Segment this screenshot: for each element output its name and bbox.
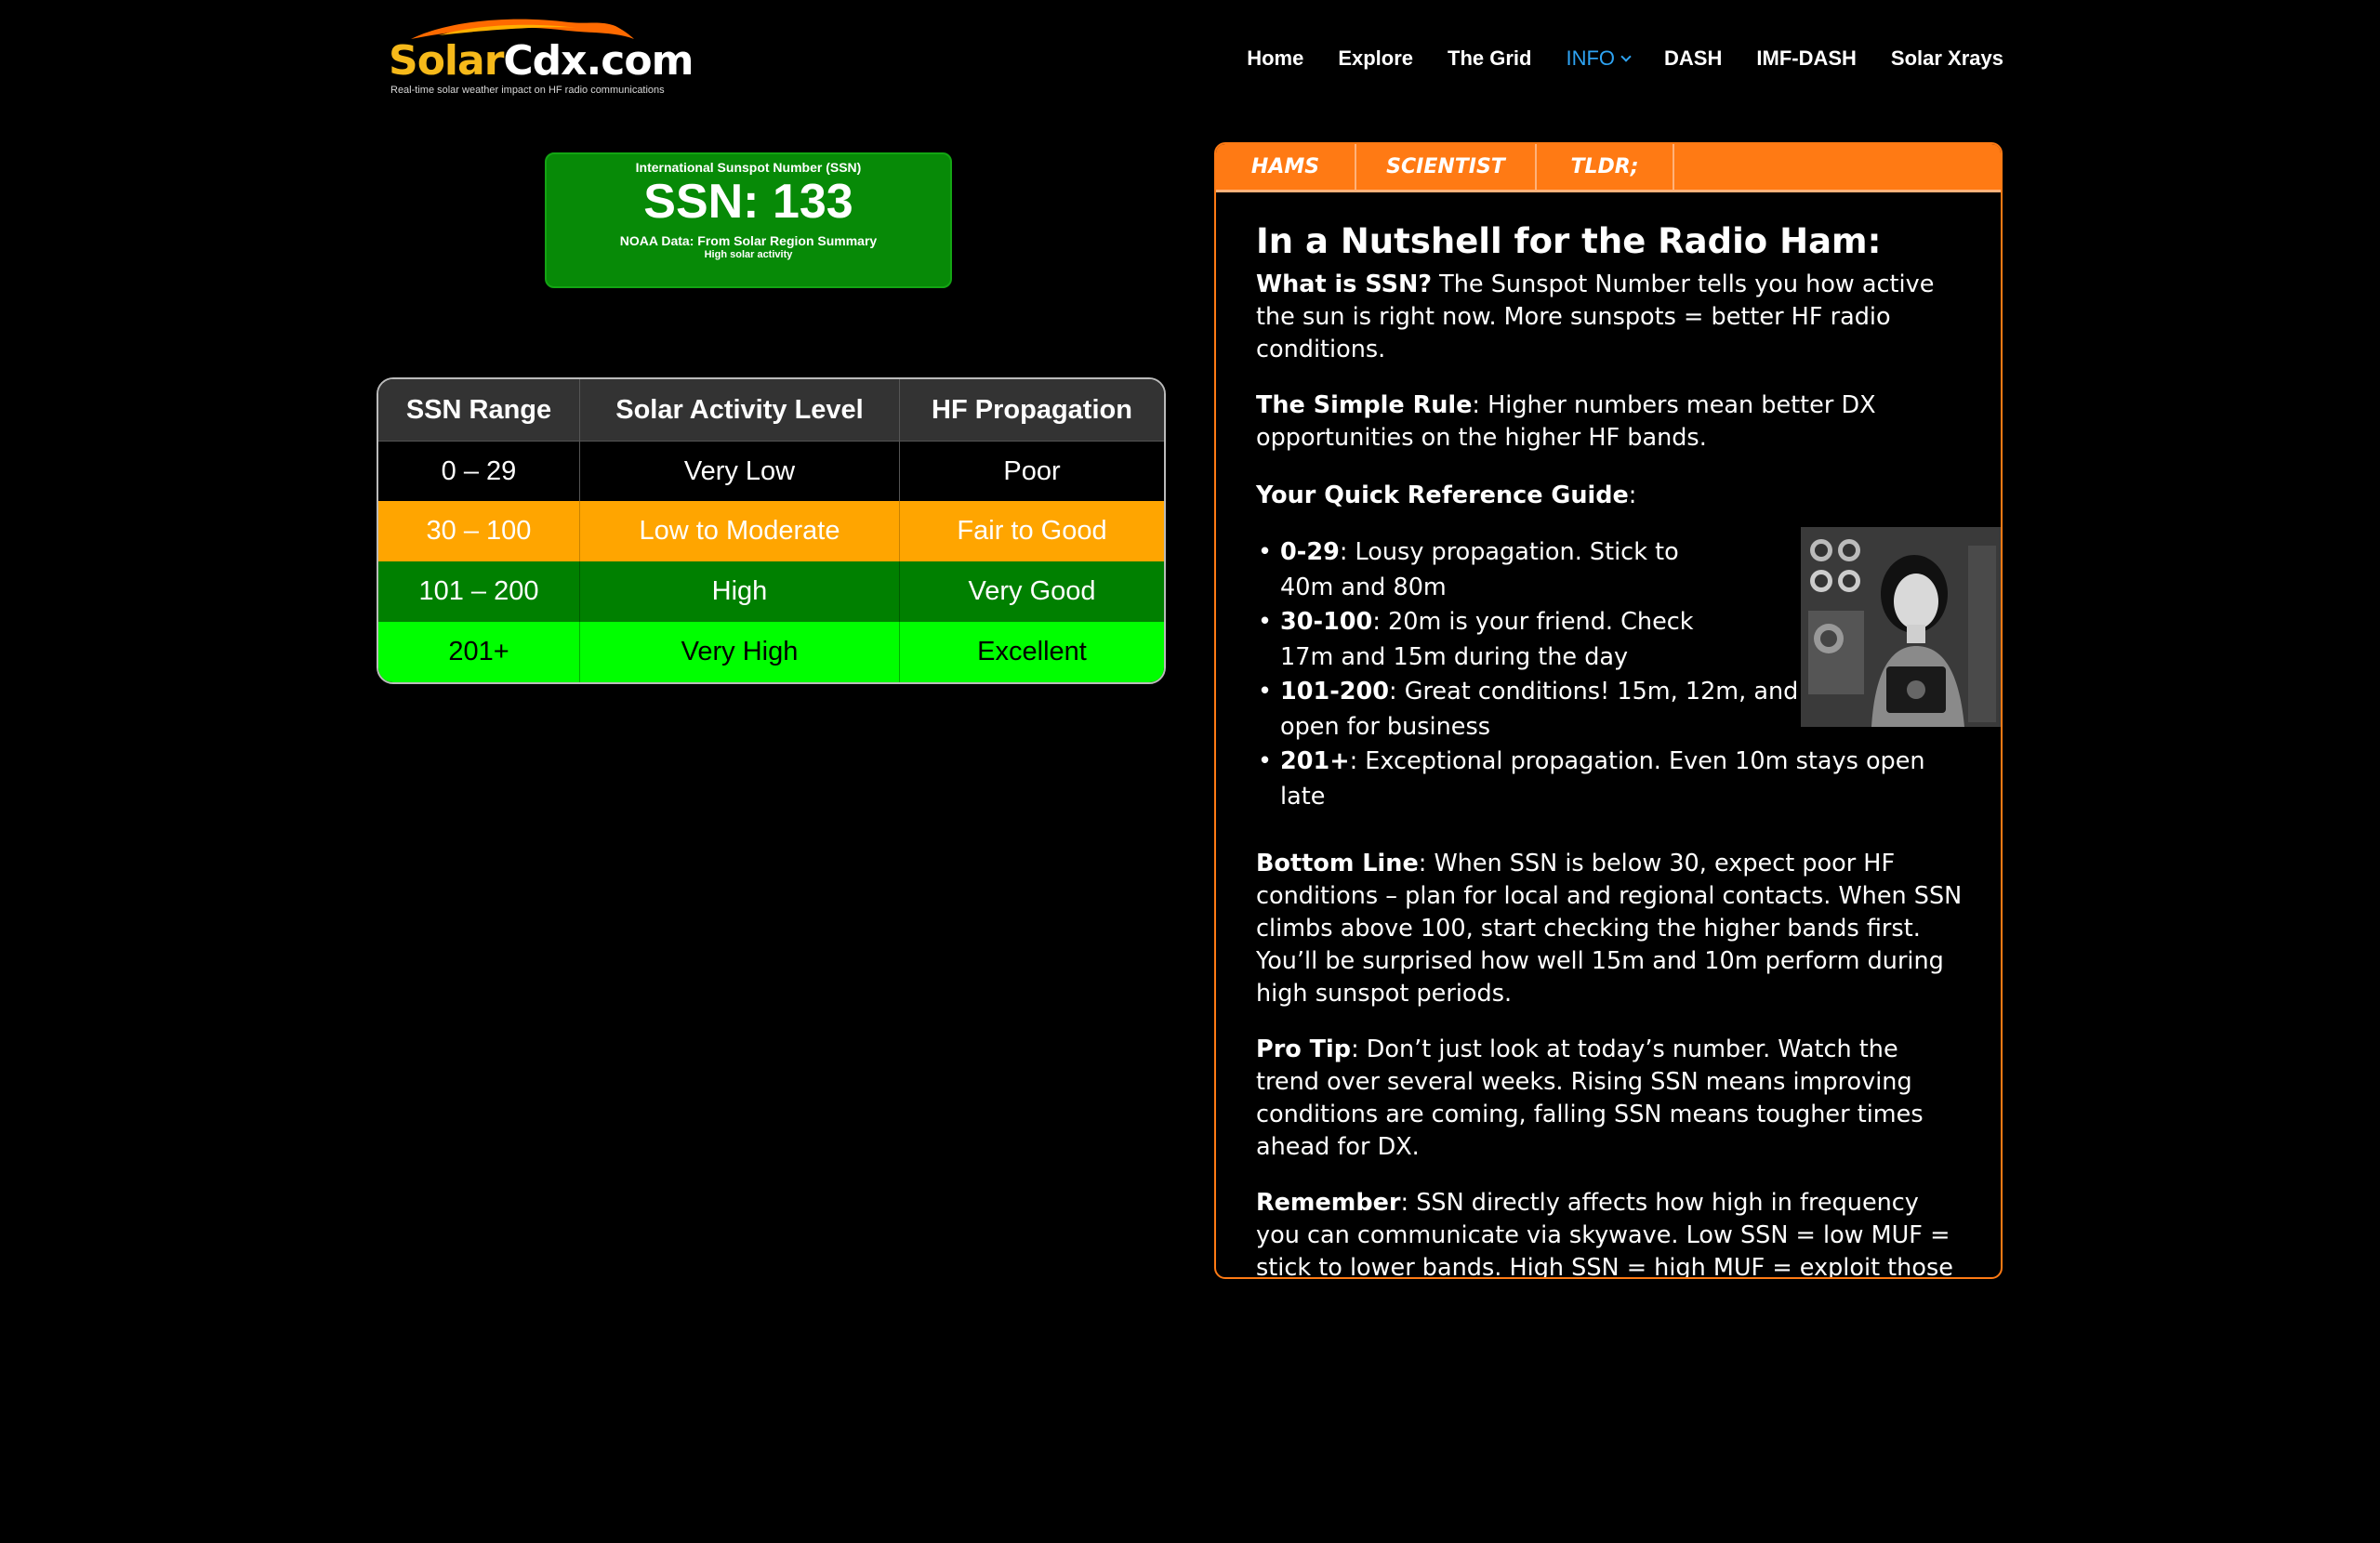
tip-text: : Don’t just look at today’s number. Wat… — [1256, 1035, 1924, 1161]
nav-info-label: INFO — [1566, 46, 1616, 70]
table-header: SSN Range — [378, 379, 580, 441]
table-row: 0 – 29 Very Low Poor — [378, 441, 1164, 501]
table-cell: Very Low — [580, 442, 900, 501]
table-cell: Excellent — [977, 637, 1087, 666]
nav-home[interactable]: Home — [1247, 46, 1303, 71]
panel-content: In a Nutshell for the Radio Ham: What is… — [1256, 220, 2001, 1277]
pro-tip-paragraph: Pro Tip: Don’t just look at today’s numb… — [1256, 1034, 1967, 1164]
table-cell: Very High — [580, 622, 900, 682]
guide-suffix: : — [1628, 481, 1637, 509]
site-logo[interactable]: SolarCdx.com Real-time solar weather imp… — [385, 17, 694, 100]
guide-item-label: 30-100 — [1280, 608, 1373, 636]
logo-solar: Solar — [389, 37, 504, 85]
logo-cdx: Cdx.com — [503, 37, 694, 85]
list-item: 0-29: Lousy propagation. Stick to 40m an… — [1256, 535, 1739, 605]
nav-info[interactable]: INFO — [1566, 46, 1632, 71]
tab-scientist[interactable]: SCIENTIST — [1356, 144, 1537, 190]
list-item: 30-100: 20m is your friend. Check 17m an… — [1256, 605, 1739, 675]
table-header: HF Propagation — [932, 394, 1132, 425]
table-cell: 101 – 200 — [378, 561, 580, 622]
guide-item-label: 201+ — [1280, 747, 1350, 775]
table-cell: Low to Moderate — [580, 501, 900, 561]
what-label: What is SSN? — [1256, 270, 1433, 298]
nav-solar-xrays[interactable]: Solar Xrays — [1891, 46, 2003, 71]
nav-imf-dash[interactable]: IMF-DASH — [1756, 46, 1857, 71]
nav-dash[interactable]: DASH — [1664, 46, 1722, 71]
table-row: 201+ Very High Excellent — [378, 622, 1164, 682]
nav-explore[interactable]: Explore — [1338, 46, 1413, 71]
radio-operator-portrait-icon — [1801, 527, 2001, 727]
rule-label: The Simple Rule — [1256, 391, 1473, 419]
ssn-value: SSN: 133 — [643, 175, 853, 229]
table-cell: High — [580, 561, 900, 622]
table-cell: Poor — [1003, 455, 1061, 486]
table-header: Solar Activity Level — [580, 379, 900, 441]
ssn-level: High solar activity — [704, 248, 793, 260]
ssn-widget: International Sunspot Number (SSN) SSN: … — [545, 152, 952, 288]
nav-the-grid[interactable]: The Grid — [1448, 46, 1531, 71]
bottom-line-paragraph: Bottom Line: When SSN is below 30, expec… — [1256, 848, 1967, 1010]
guide-item-label: 101-200 — [1280, 678, 1390, 706]
rule-paragraph: The Simple Rule: Higher numbers mean bet… — [1256, 389, 1967, 455]
table-cell: 0 – 29 — [378, 442, 580, 501]
table-cell: 30 – 100 — [378, 501, 580, 561]
main-nav: Home Explore The Grid INFO DASH IMF-DASH… — [1247, 46, 2003, 71]
panel-heading: In a Nutshell for the Radio Ham: — [1256, 221, 1882, 261]
remember-paragraph: Remember: SSN directly affects how high … — [1256, 1187, 1967, 1277]
tab-hams[interactable]: HAMS — [1216, 144, 1356, 190]
guide-item-label: 0-29 — [1280, 538, 1340, 566]
bottom-label: Bottom Line — [1256, 850, 1419, 877]
chevron-down-icon — [1620, 51, 1632, 62]
guide-item-text: : Exceptional propagation. Even 10m stay… — [1280, 747, 1925, 811]
table-row: 101 – 200 High Very Good — [378, 561, 1164, 622]
info-panel: HAMS SCIENTIST TLDR; In a Nutshell for t… — [1214, 142, 2003, 1279]
table-header-row: SSN Range Solar Activity Level HF Propag… — [378, 379, 1164, 441]
table-cell: Very Good — [968, 576, 1096, 606]
panel-tabs: HAMS SCIENTIST TLDR; — [1216, 144, 2001, 192]
ssn-range-table: SSN Range Solar Activity Level HF Propag… — [377, 377, 1166, 684]
ssn-title: International Sunspot Number (SSN) — [635, 160, 862, 175]
guide-heading: Your Quick Reference Guide: — [1256, 480, 1967, 512]
guide-item-text: : Lousy propagation. Stick to 40m and 80… — [1280, 538, 1679, 601]
list-item: 201+: Exceptional propagation. Even 10m … — [1256, 745, 1967, 814]
logo-wordmark: SolarCdx.com — [389, 41, 694, 82]
tip-label: Pro Tip — [1256, 1035, 1352, 1063]
tab-tldr[interactable]: TLDR; — [1537, 144, 1674, 190]
table-cell: 201+ — [378, 622, 580, 682]
ssn-source: NOAA Data: From Solar Region Summary — [619, 232, 878, 248]
table-row: 30 – 100 Low to Moderate Fair to Good — [378, 501, 1164, 561]
remember-label: Remember — [1256, 1189, 1401, 1217]
what-paragraph: What is SSN? The Sunspot Number tells yo… — [1256, 269, 1967, 366]
guide-label: Your Quick Reference Guide — [1256, 481, 1629, 509]
logo-tagline: Real-time solar weather impact on HF rad… — [390, 85, 665, 96]
table-cell: Fair to Good — [957, 516, 1107, 546]
